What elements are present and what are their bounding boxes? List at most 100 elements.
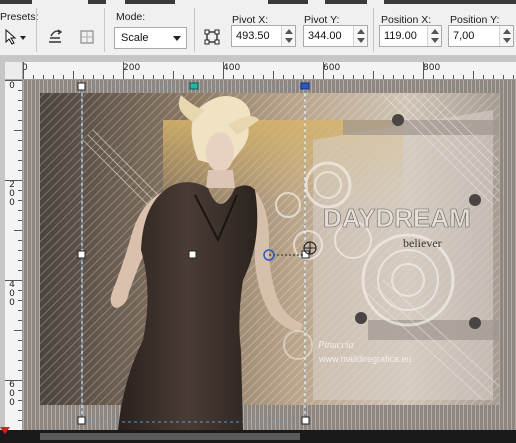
ruler-tick [18,310,22,311]
toolbar-separator [104,8,105,52]
toolbar-strip-seg [384,0,516,4]
ruler-corner [5,62,23,80]
ruler-tick [18,100,22,101]
horizontal-scrollbar[interactable] [0,430,516,443]
ruler-tick [93,75,94,79]
chevron-up-icon [503,29,511,34]
ruler-tick [283,75,284,79]
pivot-y-stepper[interactable] [353,26,367,46]
scrollbar-thumb[interactable] [40,433,300,440]
canvas-area[interactable]: DAYDREAM believer Pinuccia www.maildireg… [23,80,516,430]
chevron-down-icon [173,36,181,41]
chevron-up-icon [285,29,293,34]
pivot-x-stepper[interactable] [281,26,295,46]
ruler-tick [113,75,114,79]
ruler-tick [14,230,22,231]
ruler-tick [143,75,144,79]
ruler-tick [18,210,22,211]
ruler-tick [493,75,494,79]
position-y-stepper[interactable] [499,26,513,46]
ruler-tick [473,71,474,79]
handle-center[interactable] [188,250,197,259]
image-canvas[interactable]: DAYDREAM believer Pinuccia www.maildireg… [23,80,516,430]
handle-mid-left[interactable] [77,250,86,259]
grid-button[interactable] [76,27,98,47]
ruler-tick [5,80,22,81]
ruler-tick [183,75,184,79]
ruler-tick [18,140,22,141]
ruler-label: 400 [223,63,241,73]
ruler-tick [483,75,484,79]
ruler-tick [383,75,384,79]
presets-label: Presets: [0,11,39,23]
watermark-url: www.maildiregrafica.eu [318,354,412,364]
ruler-tick [18,240,22,241]
ruler-tick [103,75,104,79]
ruler-tick [18,160,22,161]
ruler-label: 4 0 0 [9,280,15,308]
ruler-tick [213,75,214,79]
position-x-stepper[interactable] [427,26,441,46]
ruler-label: 800 [423,63,441,73]
ruler-tick [273,71,274,79]
ruler-tick [133,75,134,79]
ruler-tick [18,410,22,411]
ruler-tick [18,250,22,251]
position-y-value: 7,00 [453,30,475,42]
ruler-tick [313,75,314,79]
ruler-tick [343,75,344,79]
handle-bottom-right[interactable] [301,416,310,425]
ruler-tick [33,75,34,79]
transform-icon [204,29,220,45]
toolbar-separator [194,8,195,52]
flip-button[interactable] [44,27,66,47]
presets-dropdown[interactable] [2,27,30,47]
ruler-tick [18,110,22,111]
ruler-tick [23,62,24,79]
mode-select-value: Scale [121,32,149,44]
pivot-y-field[interactable]: 344.00 [303,25,368,47]
ruler-tick [203,75,204,79]
mode-select[interactable]: Scale [114,27,187,49]
tool-options-bar: Presets: Mode: Scale Pivot X: 493.50 Piv… [0,0,516,56]
ruler-tick [233,75,234,79]
toolbar-strip-seg [325,0,367,4]
ruler-tick [293,75,294,79]
ruler-tick [193,75,194,79]
pivot-x-value: 493.50 [236,30,270,42]
grid-icon [80,30,94,44]
handle-top-center[interactable] [189,82,199,90]
transform-button[interactable] [201,27,223,47]
ruler-tick [393,75,394,79]
position-x-field[interactable]: 119.00 [379,25,442,47]
app-window: Presets: Mode: Scale Pivot X: 493.50 Piv… [0,0,516,443]
ruler-tick [18,150,22,151]
vertical-ruler[interactable]: 0 2 0 0 4 0 0 6 0 0 [5,80,23,430]
ruler-tick [18,420,22,421]
position-x-value: 119.00 [384,30,417,42]
ruler-tick [433,75,434,79]
ruler-tick [18,400,22,401]
ruler-tick [263,75,264,79]
ruler-tick [253,75,254,79]
handle-top-left[interactable] [77,82,86,91]
handle-bottom-left[interactable] [77,416,86,425]
ruler-tick [363,75,364,79]
ruler-tick [453,75,454,79]
ruler-tick [373,71,374,79]
handle-top-right[interactable] [300,82,310,90]
pivot-x-field[interactable]: 493.50 [231,25,296,47]
toolbar-strip-seg [88,0,106,4]
ruler-label: 0 [9,81,15,91]
ruler-tick [83,75,84,79]
ruler-tick [18,120,22,121]
ruler-tick [503,75,504,79]
ruler-tick [14,130,22,131]
ruler-tick [463,75,464,79]
toolbar-strip-left [0,0,32,4]
ruler-tick [223,62,224,79]
horizontal-ruler[interactable]: 0 200 400 600 800 [23,62,516,80]
pivot-y-value: 344.00 [308,30,342,42]
position-y-field[interactable]: 7,00 [448,25,514,47]
ruler-tick [5,180,22,181]
